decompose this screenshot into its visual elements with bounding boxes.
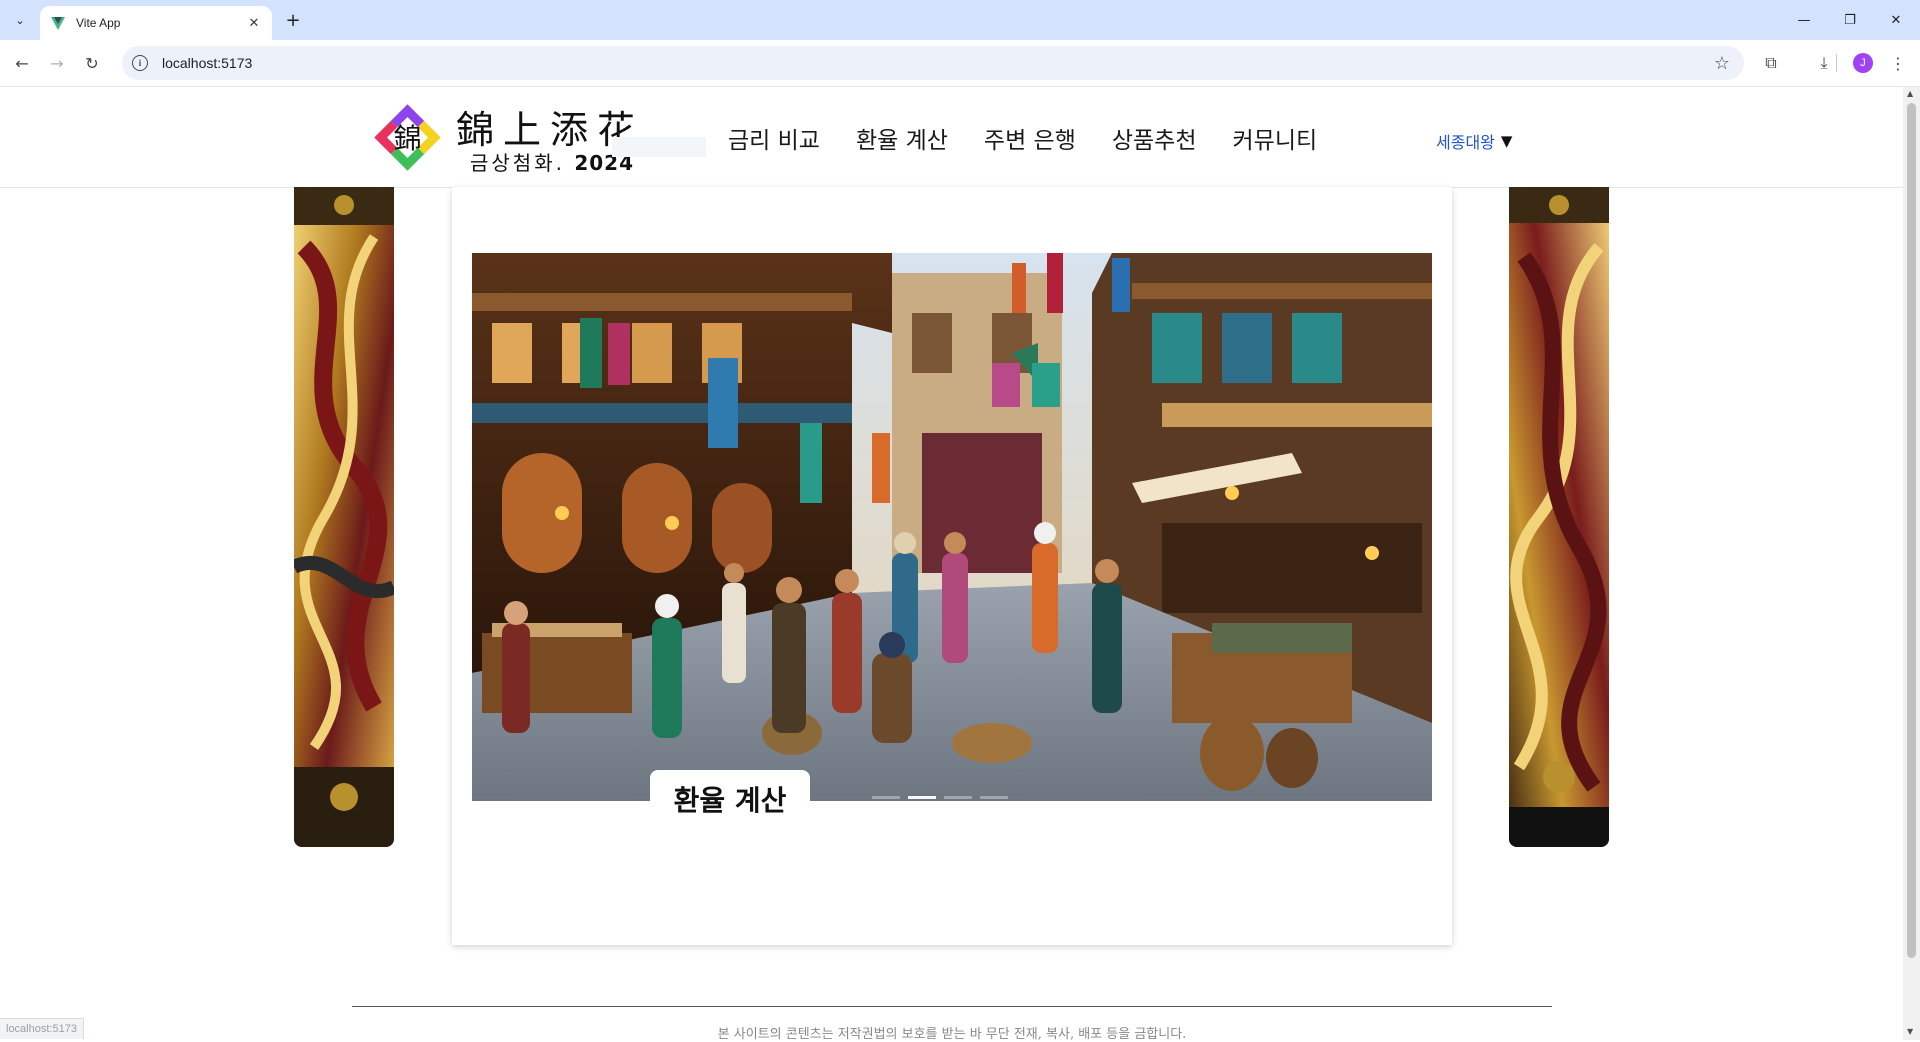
address-bar[interactable]: i localhost:5173 ☆ [122, 46, 1744, 80]
brand-logo[interactable]: 錦 [371, 101, 444, 174]
scroll-thumb[interactable] [1907, 103, 1916, 958]
carousel-dot-active[interactable] [908, 796, 936, 799]
forward-icon[interactable]: → [43, 49, 71, 77]
vite-favicon-icon [51, 17, 65, 30]
user-menu[interactable]: 세종대왕 ▼ [1436, 129, 1512, 153]
carousel-caption-tab[interactable]: 환율 계산 [650, 770, 810, 828]
nav-product-recommend[interactable]: 상품추천 [1112, 121, 1197, 155]
carousel-dot[interactable] [944, 796, 972, 799]
site-header: 錦 錦上添花 금상첨화. 2024 금리 비교 환율 계산 주변 은행 상품추천… [0, 87, 1903, 188]
carousel-dot[interactable] [980, 796, 1008, 799]
page-viewport: 錦 錦上添花 금상첨화. 2024 금리 비교 환율 계산 주변 은행 상품추천… [0, 87, 1903, 1042]
site-info-icon[interactable]: i [132, 55, 148, 71]
page-scrollbar[interactable]: ▲ ▼ [1903, 87, 1920, 1040]
left-ad-banner[interactable] [294, 187, 394, 847]
brand-subtitle-text: 금상첨화. [470, 151, 565, 175]
url-text[interactable]: localhost:5173 [162, 55, 1714, 71]
extensions-icon[interactable]: ⧉ [1757, 49, 1785, 77]
back-icon[interactable]: ← [8, 49, 36, 77]
nav-nearby-bank[interactable]: 주변 은행 [984, 121, 1076, 155]
footer-divider [352, 1006, 1552, 1007]
new-tab-button[interactable]: + [282, 9, 304, 31]
carousel-slide-image[interactable] [472, 253, 1432, 801]
main-card: 환율 계산 [452, 187, 1452, 945]
footer-copyright: 본 사이트의 콘텐츠는 저작권법의 보호를 받는 바 무단 전재, 복사, 배포… [717, 1027, 1187, 1042]
browser-toolbar: ← → ↻ i localhost:5173 ☆ ⧉ ⤓ J ⋮ [0, 40, 1920, 87]
close-window-icon[interactable]: ✕ [1873, 0, 1919, 40]
tab-title: Vite App [76, 16, 121, 30]
brand-subtitle: 금상첨화. 2024 [470, 147, 634, 176]
tab-close-icon[interactable]: ✕ [244, 13, 264, 33]
toolbar-separator [1836, 54, 1837, 72]
nav-exchange-calc[interactable]: 환율 계산 [856, 121, 948, 155]
right-ad-banner[interactable] [1509, 187, 1609, 847]
caret-down-icon: ▼ [1500, 132, 1513, 150]
ornate-gold-image [294, 187, 394, 847]
nav-rate-compare[interactable]: 금리 비교 [728, 121, 820, 155]
carousel-indicators [872, 796, 1008, 799]
bazaar-scene-image [472, 253, 1432, 801]
status-bar-link: localhost:5173 [0, 1018, 84, 1039]
main-nav: 금리 비교 환율 계산 주변 은행 상품추천 커뮤니티 [728, 121, 1317, 155]
scroll-down-icon[interactable]: ▼ [1907, 1027, 1913, 1036]
profile-avatar[interactable]: J [1853, 53, 1873, 73]
user-name: 세종대왕 [1436, 133, 1495, 152]
tab-strip: ⌄ Vite App ✕ + — ❐ ✕ [0, 0, 1920, 40]
tab-search-chevron-icon[interactable]: ⌄ [8, 8, 32, 32]
ornate-gold-image [1509, 187, 1609, 847]
reload-icon[interactable]: ↻ [78, 49, 106, 77]
menu-kebab-icon[interactable]: ⋮ [1884, 49, 1912, 77]
minimize-icon[interactable]: — [1781, 0, 1827, 40]
bookmark-star-icon[interactable]: ☆ [1714, 53, 1730, 74]
nav-community[interactable]: 커뮤니티 [1233, 121, 1318, 155]
header-placeholder-bar [612, 137, 706, 157]
logo-hanja-text: 錦 [393, 122, 421, 155]
scroll-up-icon[interactable]: ▲ [1907, 89, 1913, 98]
browser-tab[interactable]: Vite App ✕ [40, 6, 272, 40]
carousel-dot[interactable] [872, 796, 900, 799]
restore-icon[interactable]: ❐ [1827, 0, 1873, 40]
download-icon[interactable]: ⤓ [1810, 49, 1838, 77]
